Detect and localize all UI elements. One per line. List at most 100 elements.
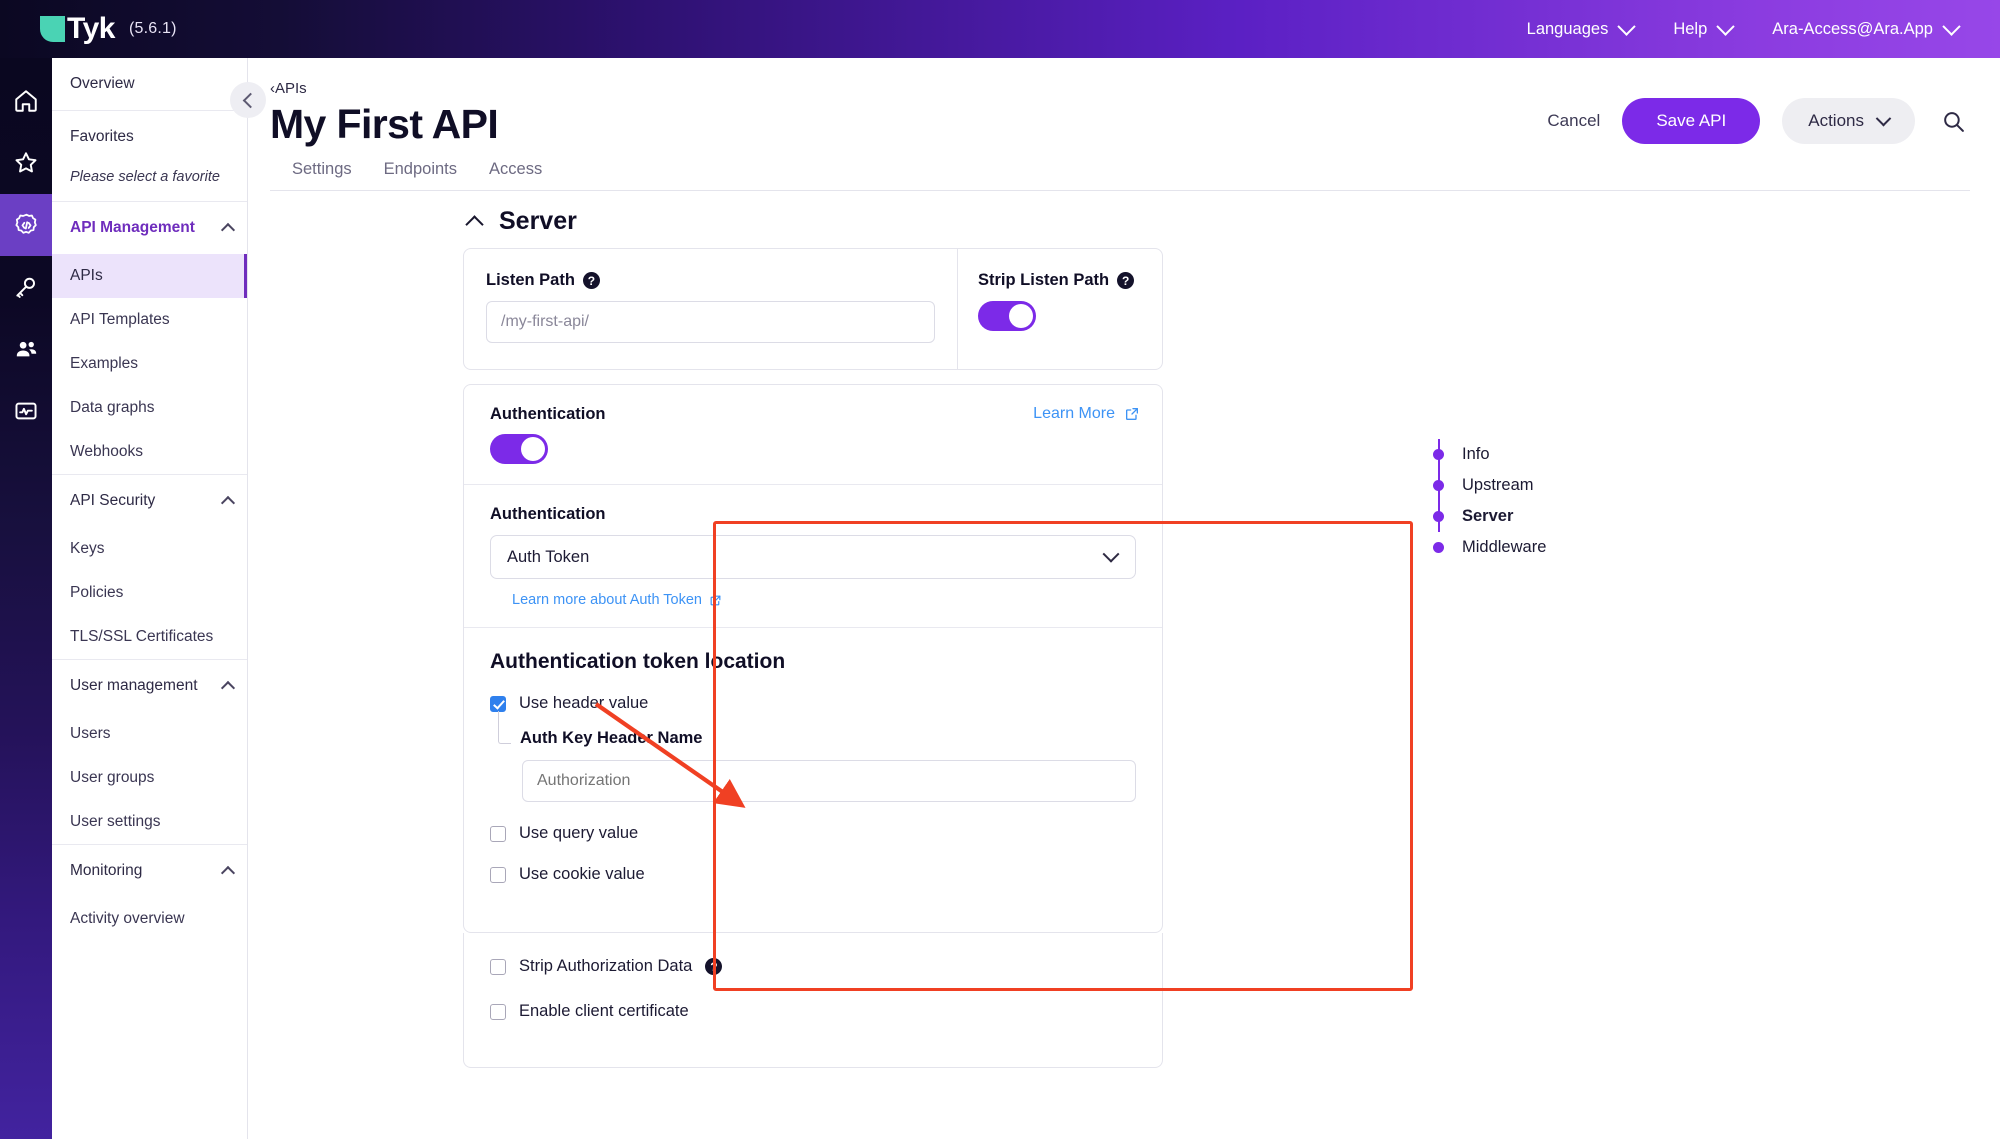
- listen-path-field: Listen Path ?: [464, 249, 957, 369]
- strip-listen-path-label-row: Strip Listen Path ?: [978, 271, 1142, 290]
- sidebar-item-apis[interactable]: APIs: [52, 254, 247, 298]
- stepper-step-middleware[interactable]: Middleware: [1433, 532, 1546, 563]
- sidebar-item-keys[interactable]: Keys: [52, 527, 247, 571]
- sidebar-item-examples[interactable]: Examples: [52, 342, 247, 386]
- sidebar-group-api-management: API Management APIs API Templates Exampl…: [52, 202, 247, 475]
- topnav-help[interactable]: Help: [1673, 20, 1732, 39]
- chevron-down-icon: [1103, 546, 1120, 563]
- enable-client-certificate-checkbox[interactable]: [490, 1004, 506, 1020]
- authentication-mode-select[interactable]: Auth Token: [490, 535, 1136, 579]
- body-row: Overview Favorites Please select a favor…: [0, 58, 2000, 1139]
- sidebar-item-users[interactable]: Users: [52, 712, 247, 756]
- strip-listen-path-toggle[interactable]: [978, 301, 1036, 331]
- enable-client-certificate-row[interactable]: Enable client certificate: [490, 1002, 1136, 1021]
- rail-item-favorites[interactable]: [0, 132, 52, 194]
- auth-key-header-name-input[interactable]: [522, 760, 1136, 802]
- actions-button-label: Actions: [1808, 111, 1864, 131]
- authentication-toggle[interactable]: [490, 434, 548, 464]
- listen-path-input[interactable]: [486, 301, 935, 343]
- rail-item-monitoring[interactable]: [0, 380, 52, 442]
- topnav-languages-label: Languages: [1527, 20, 1609, 39]
- save-api-button[interactable]: Save API: [1622, 98, 1760, 144]
- learn-more-about-label: Learn more about Auth Token: [512, 592, 702, 608]
- use-query-value-row[interactable]: Use query value: [490, 824, 1136, 843]
- page-tabs: Settings Endpoints Access: [270, 150, 1970, 191]
- collapse-sidebar-button[interactable]: [230, 82, 266, 118]
- sidebar-item-tls-ssl-certificates[interactable]: TLS/SSL Certificates: [52, 615, 247, 659]
- authentication-mode-block: Authentication Auth Token Learn more abo…: [464, 485, 1162, 628]
- sidebar-item-user-groups[interactable]: User groups: [52, 756, 247, 800]
- search-button[interactable]: [1937, 105, 1970, 138]
- sidebar-group-head-monitoring[interactable]: Monitoring: [52, 845, 247, 897]
- sidebar-item-activity-overview[interactable]: Activity overview: [52, 897, 247, 941]
- extra-options-card: Strip Authorization Data ? Enable client…: [463, 933, 1163, 1068]
- server-section-title: Server: [499, 207, 577, 236]
- toggle-knob: [1009, 304, 1033, 328]
- help-circle-icon[interactable]: ?: [583, 272, 600, 289]
- tab-settings[interactable]: Settings: [292, 160, 352, 190]
- sidebar-item-user-settings[interactable]: User settings: [52, 800, 247, 844]
- brand[interactable]: Tyk (5.6.1): [40, 14, 177, 44]
- token-location-title: Authentication token location: [490, 650, 1136, 674]
- top-bar: Tyk (5.6.1) Languages Help Ara-Access@Ar…: [0, 0, 2000, 58]
- topnav-account[interactable]: Ara-Access@Ara.App: [1772, 20, 1958, 39]
- sidebar-group-label: User management: [70, 677, 198, 695]
- learn-more-label: Learn More: [1033, 405, 1115, 423]
- strip-authorization-data-row[interactable]: Strip Authorization Data ?: [490, 957, 1136, 976]
- chevron-up-icon: [221, 496, 235, 510]
- sidebar-item-data-graphs[interactable]: Data graphs: [52, 386, 247, 430]
- use-header-value-label: Use header value: [519, 694, 648, 713]
- stepper-step-upstream[interactable]: Upstream: [1433, 470, 1546, 501]
- settings-scroll-area[interactable]: Server Listen Path ? St: [248, 191, 2000, 1139]
- stepper-step-server[interactable]: Server: [1433, 501, 1546, 532]
- learn-more-about-auth-token-link[interactable]: Learn more about Auth Token: [512, 592, 722, 608]
- cancel-button[interactable]: Cancel: [1547, 111, 1600, 131]
- sidebar-item-overview[interactable]: Overview: [52, 58, 247, 110]
- sidebar-item-api-templates[interactable]: API Templates: [52, 298, 247, 342]
- sidebar-group-api-security: API Security Keys Policies TLS/SSL Certi…: [52, 475, 247, 660]
- sidebar-item-webhooks[interactable]: Webhooks: [52, 430, 247, 474]
- chevron-up-icon: [221, 681, 235, 695]
- rail-item-api-security[interactable]: [0, 256, 52, 318]
- listen-path-label: Listen Path: [486, 271, 575, 290]
- use-cookie-value-label: Use cookie value: [519, 865, 645, 884]
- use-header-value-row[interactable]: Use header value: [490, 694, 1136, 713]
- page-title-block: ‹APIs My First API: [270, 80, 498, 150]
- rail-item-home[interactable]: [0, 70, 52, 132]
- auth-key-header-name-block: Auth Key Header Name: [498, 729, 1136, 802]
- search-icon: [1941, 109, 1966, 134]
- stepper-label-info: Info: [1462, 445, 1490, 464]
- use-cookie-value-checkbox[interactable]: [490, 867, 506, 883]
- use-cookie-value-row[interactable]: Use cookie value: [490, 865, 1136, 884]
- learn-more-link[interactable]: Learn More: [1033, 405, 1140, 423]
- rail-item-api-management[interactable]: [0, 194, 52, 256]
- top-nav: Languages Help Ara-Access@Ara.App: [1527, 20, 1972, 39]
- sidebar-item-favorites[interactable]: Favorites: [52, 111, 247, 163]
- icon-rail: [0, 58, 52, 1139]
- use-header-value-checkbox[interactable]: [490, 696, 506, 712]
- topnav-help-label: Help: [1673, 20, 1707, 39]
- tab-access[interactable]: Access: [489, 160, 542, 190]
- topnav-account-label: Ara-Access@Ara.App: [1772, 20, 1933, 39]
- topnav-languages[interactable]: Languages: [1527, 20, 1634, 39]
- sidebar-group-head-api-management[interactable]: API Management: [52, 202, 247, 254]
- auth-token-help-row: Learn more about Auth Token: [490, 579, 1136, 613]
- help-circle-icon[interactable]: ?: [705, 958, 722, 975]
- tyk-logo: Tyk: [40, 14, 115, 44]
- authentication-header-label: Authentication: [490, 405, 606, 424]
- strip-authorization-data-checkbox[interactable]: [490, 959, 506, 975]
- sidebar-item-policies[interactable]: Policies: [52, 571, 247, 615]
- star-icon: [13, 150, 39, 176]
- stepper-step-info[interactable]: Info: [1433, 439, 1546, 470]
- use-query-value-checkbox[interactable]: [490, 826, 506, 842]
- strip-listen-path-field: Strip Listen Path ?: [957, 249, 1162, 369]
- sidebar-group-head-user-management[interactable]: User management: [52, 660, 247, 712]
- listen-path-label-row: Listen Path ?: [486, 271, 935, 290]
- tab-endpoints[interactable]: Endpoints: [384, 160, 457, 190]
- server-section-header[interactable]: Server: [248, 191, 2000, 248]
- sidebar-group-head-api-security[interactable]: API Security: [52, 475, 247, 527]
- actions-button[interactable]: Actions: [1782, 98, 1915, 144]
- rail-item-user-management[interactable]: [0, 318, 52, 380]
- breadcrumb[interactable]: ‹APIs: [270, 80, 498, 97]
- help-circle-icon[interactable]: ?: [1117, 272, 1134, 289]
